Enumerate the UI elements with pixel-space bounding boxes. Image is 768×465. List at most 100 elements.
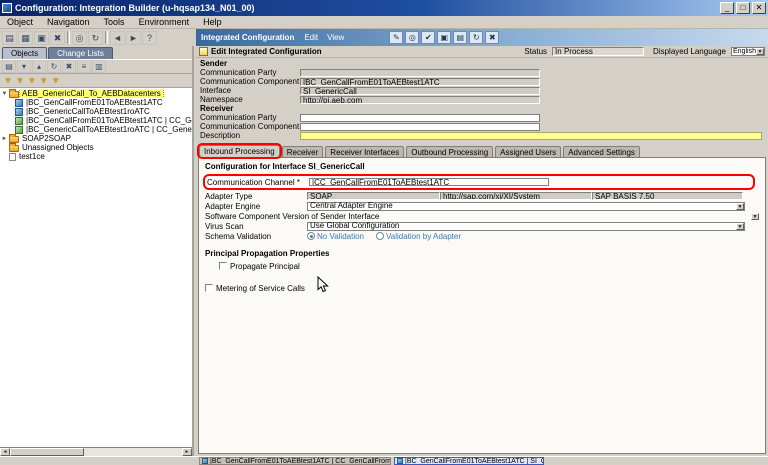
- menu-navigation[interactable]: Navigation: [40, 16, 97, 29]
- expand-toggle[interactable]: ►: [0, 136, 9, 142]
- tree-item-scenario[interactable]: ▼ AEB_GenericCall_To_AEBDatacenters: [0, 89, 192, 98]
- delete-icon[interactable]: ✖: [62, 60, 76, 73]
- maximize-button[interactable]: □: [736, 2, 750, 14]
- sender-namespace-field[interactable]: http://pi.aeb.com: [300, 96, 540, 104]
- tab-objects[interactable]: Objects: [2, 47, 47, 59]
- tab-receiver[interactable]: Receiver: [282, 146, 324, 157]
- tab-assigned-users[interactable]: Assigned Users: [495, 146, 561, 157]
- tree-item-folder[interactable]: ► SOAP2SOAP: [0, 134, 192, 143]
- radio-icon[interactable]: [307, 232, 315, 240]
- menu-environment[interactable]: Environment: [132, 16, 197, 29]
- filter-icon[interactable]: ▼: [4, 75, 12, 87]
- tab-inbound-processing[interactable]: Inbound Processing: [199, 145, 280, 157]
- expand-all-icon[interactable]: ▾: [17, 60, 31, 73]
- filter-icon[interactable]: ▼: [52, 75, 60, 87]
- create-object-icon[interactable]: ▤: [2, 31, 17, 45]
- filter-icon[interactable]: ▼: [16, 75, 24, 87]
- language-select[interactable]: English (OL) ▼: [731, 47, 765, 56]
- field-label: Communication Component: [200, 77, 300, 86]
- checkbox-label: Propagate Principal: [230, 262, 300, 271]
- refresh-icon[interactable]: ↻: [88, 31, 103, 45]
- check-icon[interactable]: ✔: [421, 31, 435, 44]
- adapter-namespace-field[interactable]: http://sap.com/xi/XI/System: [440, 192, 592, 200]
- scroll-right-button[interactable]: ►: [182, 448, 192, 456]
- copy-icon[interactable]: ▣: [34, 31, 49, 45]
- propagate-principal-checkbox[interactable]: [219, 262, 227, 270]
- create-icon[interactable]: ▤: [2, 60, 16, 73]
- print-icon[interactable]: ▤: [453, 31, 467, 44]
- collapse-all-icon[interactable]: ▴: [32, 60, 46, 73]
- receiver-communication-party-field[interactable]: [300, 114, 540, 122]
- menu-edit[interactable]: Edit: [304, 33, 318, 42]
- propagate-principal-row: Propagate Principal: [219, 261, 759, 271]
- menu-object[interactable]: Object: [0, 16, 40, 29]
- tab-advanced-settings[interactable]: Advanced Settings: [563, 146, 640, 157]
- display-icon[interactable]: ◎: [405, 31, 419, 44]
- minimize-button[interactable]: _: [720, 2, 734, 14]
- copy-icon[interactable]: ▣: [437, 31, 451, 44]
- tree-item-business-component[interactable]: |BC_GenCallFromE01ToAEBtest1ATC: [0, 98, 192, 107]
- integration-builder-window: Configuration: Integration Builder (u-hq…: [0, 0, 768, 465]
- delete-icon[interactable]: ✖: [50, 31, 65, 45]
- adapter-engine-select[interactable]: Central Adapter Engine ▼: [307, 202, 745, 211]
- history-icon[interactable]: ↻: [469, 31, 483, 44]
- scrollbar-thumb[interactable]: [10, 448, 84, 456]
- tab-receiver-interfaces[interactable]: Receiver Interfaces: [325, 146, 404, 157]
- switch-edit-icon[interactable]: ✎: [389, 31, 403, 44]
- filter-icon[interactable]: ▼: [28, 75, 36, 87]
- menu-view[interactable]: View: [327, 33, 344, 42]
- chevron-down-icon[interactable]: ▼: [756, 48, 764, 55]
- status-value: In Process: [552, 47, 644, 56]
- metering-checkbox[interactable]: [205, 284, 213, 292]
- communication-channel-icon: [15, 126, 23, 134]
- tab-change-lists[interactable]: Change Lists: [48, 47, 113, 59]
- forward-icon[interactable]: ►: [126, 31, 141, 45]
- close-button[interactable]: ✕: [752, 2, 766, 14]
- window-titlebar: Configuration: Integration Builder (u-hq…: [0, 0, 768, 16]
- filter-icon[interactable]: ▼: [40, 75, 48, 87]
- sender-communication-party-field[interactable]: [300, 69, 540, 77]
- back-icon[interactable]: ◄: [110, 31, 125, 45]
- radio-label: No Validation: [317, 232, 364, 241]
- tree-item-object[interactable]: test1ce: [0, 152, 192, 161]
- sender-interface-field[interactable]: SI_GenericCall: [300, 87, 540, 95]
- tree-item-label: AEB_GenericCall_To_AEBDatacenters: [20, 89, 163, 98]
- task-communication-channel[interactable]: |BC_GenCallFromE01ToAEBtest1ATC | CC_Gen…: [199, 457, 391, 465]
- close-icon[interactable]: ✖: [485, 31, 499, 44]
- help-icon[interactable]: ?: [142, 31, 157, 45]
- chevron-down-icon[interactable]: ▼: [736, 223, 744, 230]
- receiver-communication-component-field[interactable]: [300, 123, 540, 131]
- tree-item-communication-channel[interactable]: |BC_GenericCallToAEBtest1roATC | CC_Gene…: [0, 125, 192, 134]
- refresh-icon[interactable]: ↻: [47, 60, 61, 73]
- tree-item-label: SOAP2SOAP: [20, 134, 73, 143]
- description-field[interactable]: [300, 132, 762, 140]
- virus-scan-select[interactable]: Use Global Configuration ▼: [307, 222, 745, 231]
- task-integrated-configuration[interactable]: |BC_GenCallFromE01ToAEBtest1ATC | SI_Gen…: [394, 457, 544, 465]
- expand-toggle[interactable]: ▼: [0, 91, 9, 97]
- configuration-heading: Configuration for Interface SI_GenericCa…: [205, 162, 759, 171]
- sender-communication-component-field[interactable]: |BC_GenCallFromE01ToAEBtest1ATC: [300, 78, 540, 86]
- tree-item-business-component[interactable]: |BC_GenericCallToAEBtest1roATC: [0, 107, 192, 116]
- adapter-type-field[interactable]: SOAP: [307, 192, 440, 200]
- sort-icon[interactable]: ≡: [77, 60, 91, 73]
- chevron-down-icon[interactable]: ▼: [736, 203, 744, 210]
- adapter-version-field[interactable]: SAP BASIS 7.50: [592, 192, 743, 200]
- virus-scan-row: Virus Scan Use Global Configuration ▼: [205, 221, 759, 231]
- settings-icon[interactable]: ▥: [92, 60, 106, 73]
- communication-channel-field[interactable]: |CC_GenCallFromE01ToAEBtest1ATC: [309, 178, 549, 186]
- open-object-icon[interactable]: ▦: [18, 31, 33, 45]
- search-icon[interactable]: ◎: [72, 31, 87, 45]
- menu-tools[interactable]: Tools: [97, 16, 132, 29]
- tab-outbound-processing[interactable]: Outbound Processing: [406, 146, 493, 157]
- chevron-down-icon[interactable]: ▼: [751, 213, 759, 220]
- radio-icon[interactable]: [376, 232, 384, 240]
- tree-item-folder[interactable]: Unassigned Objects: [0, 143, 192, 152]
- scrollbar-track[interactable]: [10, 448, 182, 456]
- tree-item-label: |BC_GenericCallToAEBtest1roATC | CC_Gene…: [24, 125, 192, 134]
- tree-item-communication-channel[interactable]: |BC_GenCallFromE01ToAEBtest1ATC | CC_Gen…: [0, 116, 192, 125]
- radio-no-validation[interactable]: No Validation: [307, 232, 364, 241]
- scroll-left-button[interactable]: ◄: [0, 448, 10, 456]
- mouse-cursor: [317, 276, 329, 294]
- radio-validation-by-adapter[interactable]: Validation by Adapter: [376, 232, 461, 241]
- menu-help[interactable]: Help: [196, 16, 229, 29]
